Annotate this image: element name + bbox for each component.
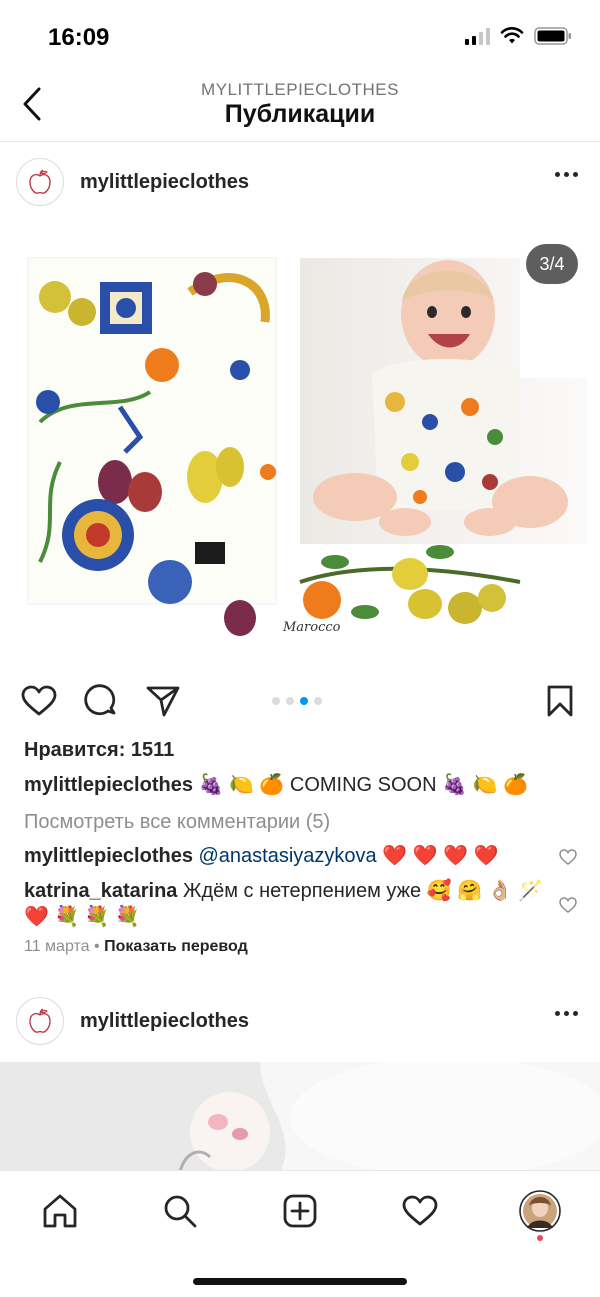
wifi-icon — [500, 27, 524, 44]
comment-username[interactable]: katrina_katarina — [24, 880, 177, 902]
status-icons — [465, 27, 572, 45]
profile-avatar — [519, 1190, 561, 1232]
battery-icon — [534, 27, 571, 45]
post-media[interactable] — [0, 1062, 600, 1172]
comment-like-icon[interactable] — [558, 895, 578, 915]
comment-username[interactable]: mylittlepieclothes — [24, 845, 193, 867]
page-header: MYLITTLEPIECLOTHES Публикации — [0, 72, 600, 142]
nav-search[interactable] — [158, 1189, 202, 1233]
carousel-indicator — [272, 697, 322, 705]
comment-like-icon[interactable] — [558, 847, 578, 867]
more-options-button[interactable] — [555, 1011, 578, 1016]
heart-icon — [402, 1195, 438, 1226]
post-date: 11 марта — [24, 938, 90, 955]
more-icon — [555, 172, 560, 177]
signal-icon — [465, 27, 490, 45]
carousel-image — [27, 257, 587, 636]
show-translation-link[interactable]: Показать перевод — [104, 938, 248, 955]
nav-create[interactable] — [278, 1189, 322, 1233]
nav-profile[interactable] — [518, 1189, 562, 1233]
status-time: 16:09 — [48, 24, 110, 51]
search-icon — [164, 1195, 197, 1228]
like-button[interactable] — [20, 682, 58, 720]
carousel-dot — [314, 697, 322, 705]
save-button[interactable] — [541, 682, 579, 720]
comment: katrina_katarina Ждём с нетерпением уже … — [24, 878, 544, 930]
nav-home[interactable] — [38, 1189, 82, 1233]
add-icon — [283, 1194, 317, 1228]
post-header: mylittlepieclothes — [0, 981, 600, 1061]
bottom-navigation — [0, 1170, 600, 1297]
apple-logo-icon — [29, 169, 51, 194]
notification-dot — [537, 1235, 543, 1241]
post-image — [0, 1062, 600, 1172]
like-count[interactable]: Нравится: 1511 — [24, 737, 564, 763]
comment-mention[interactable]: @anastasiyazykova — [199, 845, 377, 867]
comment-button[interactable] — [82, 682, 120, 720]
meta-separator: • — [94, 938, 100, 955]
nav-activity[interactable] — [398, 1189, 442, 1233]
post-media[interactable]: Marocco 3/4 — [0, 222, 600, 662]
post-caption: mylittlepieclothes 🍇 🍋 🍊 COMING SOON 🍇 🍋… — [24, 772, 564, 798]
avatar[interactable] — [16, 158, 64, 206]
view-all-comments-link[interactable]: Посмотреть все комментарии (5) — [24, 809, 564, 835]
caption-text: 🍇 🍋 🍊 COMING SOON 🍇 🍋 🍊 — [198, 774, 528, 796]
avatar[interactable] — [16, 997, 64, 1045]
share-button[interactable] — [144, 682, 182, 720]
carousel-dot — [272, 697, 280, 705]
header-subtitle: MYLITTLEPIECLOTHES — [201, 80, 399, 99]
image-caption: Marocco — [283, 620, 341, 635]
comment-text: ❤️ ❤️ ❤️ ❤️ — [382, 845, 499, 867]
send-icon — [146, 686, 180, 717]
status-bar: 16:09 — [0, 0, 600, 72]
more-options-button[interactable] — [555, 172, 578, 177]
post-username[interactable]: mylittlepieclothes — [80, 171, 249, 194]
bookmark-icon — [547, 685, 573, 717]
image-counter: 3/4 — [526, 244, 578, 284]
page-title: Публикации — [224, 100, 376, 128]
carousel-dot-active — [300, 697, 308, 705]
heart-icon — [21, 685, 57, 716]
post-header: mylittlepieclothes — [0, 142, 600, 222]
apple-logo-icon — [29, 1008, 51, 1033]
home-icon — [43, 1194, 77, 1228]
post-meta: 11 марта • Показать перевод — [24, 938, 248, 956]
home-indicator — [193, 1278, 407, 1285]
carousel-dot — [286, 697, 294, 705]
comment: mylittlepieclothes @anastasiyazykova ❤️ … — [24, 843, 544, 869]
comment-icon — [84, 684, 116, 716]
more-icon — [555, 1011, 560, 1016]
caption-username[interactable]: mylittlepieclothes — [24, 774, 193, 796]
post-actions — [0, 676, 600, 726]
post-username[interactable]: mylittlepieclothes — [80, 1010, 249, 1033]
